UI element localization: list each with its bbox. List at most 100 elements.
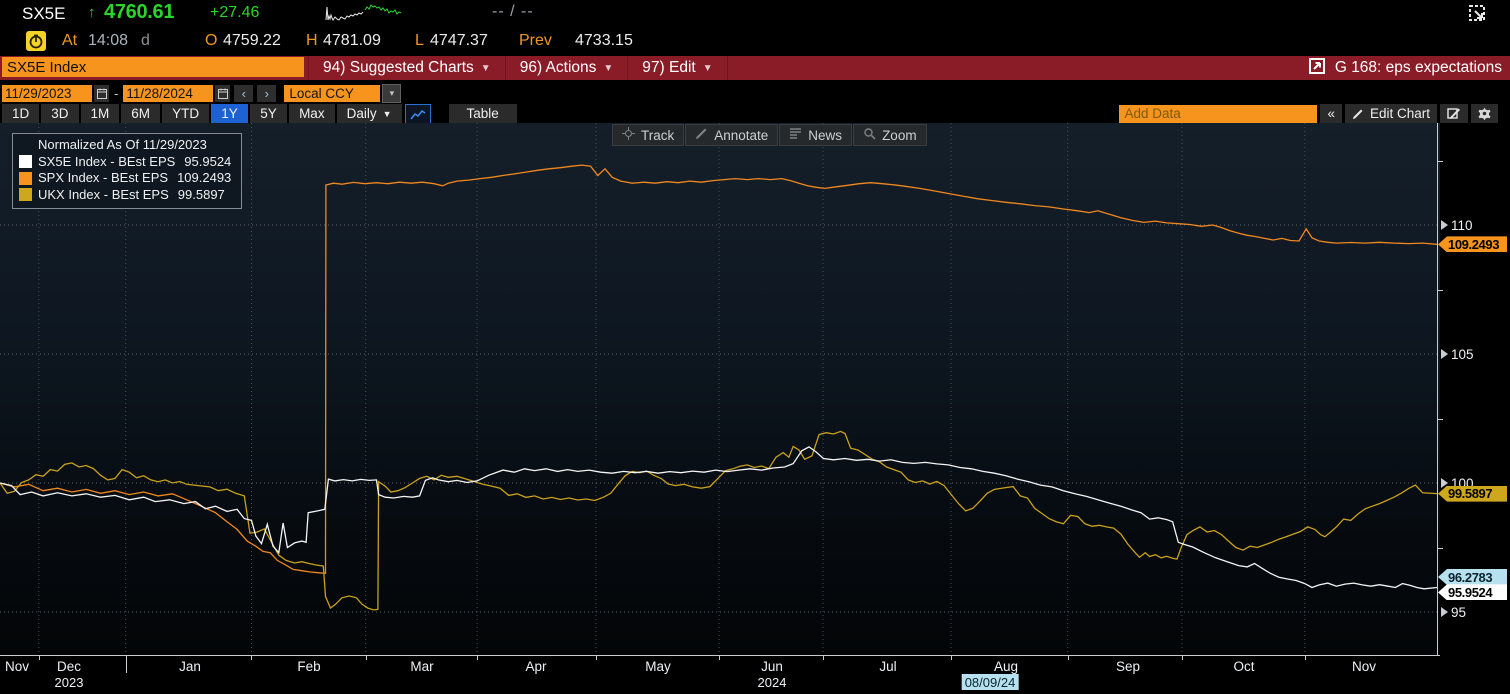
program-area: G 168: eps expectations <box>1308 56 1502 80</box>
pencil-icon <box>1352 108 1364 120</box>
currency-dropdown-arrow[interactable]: ▾ <box>382 84 401 103</box>
gear-icon[interactable] <box>1471 104 1498 123</box>
x-tick <box>477 656 478 660</box>
x-month-label: Sep <box>1116 659 1140 674</box>
legend-series-value: 95.9524 <box>184 154 231 171</box>
at-label: At <box>62 32 77 50</box>
collapse-panel-button[interactable]: « <box>1320 104 1342 123</box>
y-minor-tick <box>1437 161 1443 162</box>
series-line <box>0 447 1437 589</box>
annotate-button[interactable]: Annotate <box>685 124 778 146</box>
end-date-field[interactable]: 11/28/2024 <box>123 85 213 102</box>
period-tab-1m[interactable]: 1M <box>81 104 120 123</box>
y-axis-labels: 11010510095109.249399.589796.278395.9524 <box>1437 123 1510 655</box>
range-forward-button[interactable]: › <box>257 85 276 102</box>
export-icon[interactable] <box>1308 57 1326 80</box>
x-tick <box>1305 656 1306 660</box>
x-month-label: Jan <box>179 659 201 674</box>
series-line <box>0 165 1437 573</box>
range-back-button[interactable]: ‹ <box>234 85 253 102</box>
legend-title: Normalized As Of 11/29/2023 <box>38 137 231 154</box>
toolbar-right-group: Add Data « Edit Chart <box>1119 104 1498 123</box>
x-month-label: Nov <box>5 659 29 674</box>
x-tick <box>1182 656 1183 660</box>
last-value-badge: 99.5897 <box>1438 486 1507 502</box>
news-button[interactable]: News <box>779 124 852 146</box>
currency-select[interactable]: Local CCY <box>284 85 380 102</box>
chart-legend: Normalized As Of 11/29/2023 SX5E Index -… <box>12 133 242 209</box>
legend-swatch <box>19 155 32 168</box>
period-tab-1y[interactable]: 1Y <box>211 104 248 123</box>
high-label: H <box>306 32 318 50</box>
legend-series-value: 99.5897 <box>178 187 225 204</box>
command-menus: 94) Suggested Charts▼96) Actions▼97) Edi… <box>308 56 728 80</box>
legend-series-label: SX5E Index - BEst EPS <box>38 154 175 171</box>
legend-row[interactable]: UKX Index - BEst EPS99.5897 <box>19 187 231 204</box>
x-month-label: Nov <box>1352 659 1376 674</box>
menu-item-edit[interactable]: 97) Edit▼ <box>628 56 727 80</box>
open-price: 4759.22 <box>223 32 281 50</box>
open-label: O <box>205 32 217 50</box>
menu-item-actions[interactable]: 96) Actions▼ <box>506 56 629 80</box>
legend-swatch <box>19 172 32 185</box>
low-label: L <box>415 32 424 50</box>
x-tick <box>719 656 720 660</box>
annotate-icon <box>695 127 708 143</box>
x-month-label: Dec <box>57 659 81 674</box>
line-chart-type-icon[interactable] <box>405 104 431 125</box>
command-bar: 94) Suggested Charts▼96) Actions▼97) Edi… <box>0 56 1510 80</box>
legend-row[interactable]: SPX Index - BEst EPS109.2493 <box>19 170 231 187</box>
period-tab-max[interactable]: Max <box>289 104 335 123</box>
x-tick <box>1068 656 1069 660</box>
y-minor-tick <box>1437 290 1443 291</box>
up-arrow-icon: ↑ <box>88 4 96 21</box>
period-tab-6m[interactable]: 6M <box>121 104 160 123</box>
legend-row[interactable]: SX5E Index - BEst EPS 95.9524 <box>19 154 231 171</box>
quote-time: 14:08 <box>88 32 128 50</box>
pop-out-monitor-icon[interactable] <box>1466 2 1490 31</box>
y-minor-tick <box>1437 419 1443 420</box>
x-month-label: Feb <box>297 659 320 674</box>
x-year-label: 2024 <box>758 675 787 690</box>
chart-plot-area[interactable]: Normalized As Of 11/29/2023 SX5E Index -… <box>0 123 1440 655</box>
market-status-gauge-icon[interactable] <box>26 31 46 51</box>
start-date-field[interactable]: 11/29/2023 <box>2 85 92 102</box>
y-tick-label: 95 <box>1441 604 1466 620</box>
zoom-icon <box>863 127 876 143</box>
x-tick <box>596 656 597 660</box>
chart-annotation-settings-icon[interactable] <box>1440 104 1468 123</box>
table-button[interactable]: Table <box>449 104 517 123</box>
chart-tool-buttons: TrackAnnotateNewsZoom <box>612 124 927 146</box>
edit-chart-button[interactable]: Edit Chart <box>1345 104 1437 123</box>
period-tab-ytd[interactable]: YTD <box>162 104 209 123</box>
low-price: 4747.37 <box>430 32 488 50</box>
date-range-bar: 11/29/2023 - 11/28/2024 ‹ › Local CCY ▾ <box>2 84 401 103</box>
chart-program-title: G 168: eps expectations <box>1335 59 1502 77</box>
x-axis: NovDecJanFebMarAprMayJunJulAugSepOctNov2… <box>0 655 1440 694</box>
bloomberg-terminal-screen: SX5E ↑ 4760.61 +27.46 -- / -- At 14:08 d… <box>0 0 1510 694</box>
add-data-input[interactable]: Add Data <box>1119 105 1317 123</box>
menu-item-suggested-charts[interactable]: 94) Suggested Charts▼ <box>308 56 506 80</box>
security-command-input[interactable] <box>2 57 304 77</box>
track-icon <box>622 127 635 143</box>
series-line <box>0 431 1437 610</box>
frequency-dropdown[interactable]: Daily▼ <box>337 104 402 123</box>
x-tick <box>366 656 367 660</box>
x-tick <box>251 656 252 660</box>
zoom-button[interactable]: Zoom <box>853 124 927 146</box>
period-tab-3d[interactable]: 3D <box>41 104 78 123</box>
x-month-label: Jun <box>761 659 783 674</box>
last-value-badge: 109.2493 <box>1438 236 1507 252</box>
last-value-badge: 96.2783 <box>1438 569 1507 585</box>
y-tick-label: 105 <box>1441 346 1474 362</box>
prev-label: Prev <box>519 32 552 50</box>
legend-series-value: 109.2493 <box>177 170 231 187</box>
period-tab-1d[interactable]: 1D <box>2 104 39 123</box>
last-price: 4760.61 <box>104 1 174 24</box>
price-summary-row: At 14:08 d O 4759.22 H 4781.09 L 4747.37… <box>0 28 1510 54</box>
period-tab-5y[interactable]: 5Y <box>250 104 287 123</box>
x-month-label: May <box>645 659 671 674</box>
track-button[interactable]: Track <box>612 124 684 146</box>
end-date-calendar-icon[interactable] <box>215 85 230 102</box>
start-date-calendar-icon[interactable] <box>94 85 109 102</box>
